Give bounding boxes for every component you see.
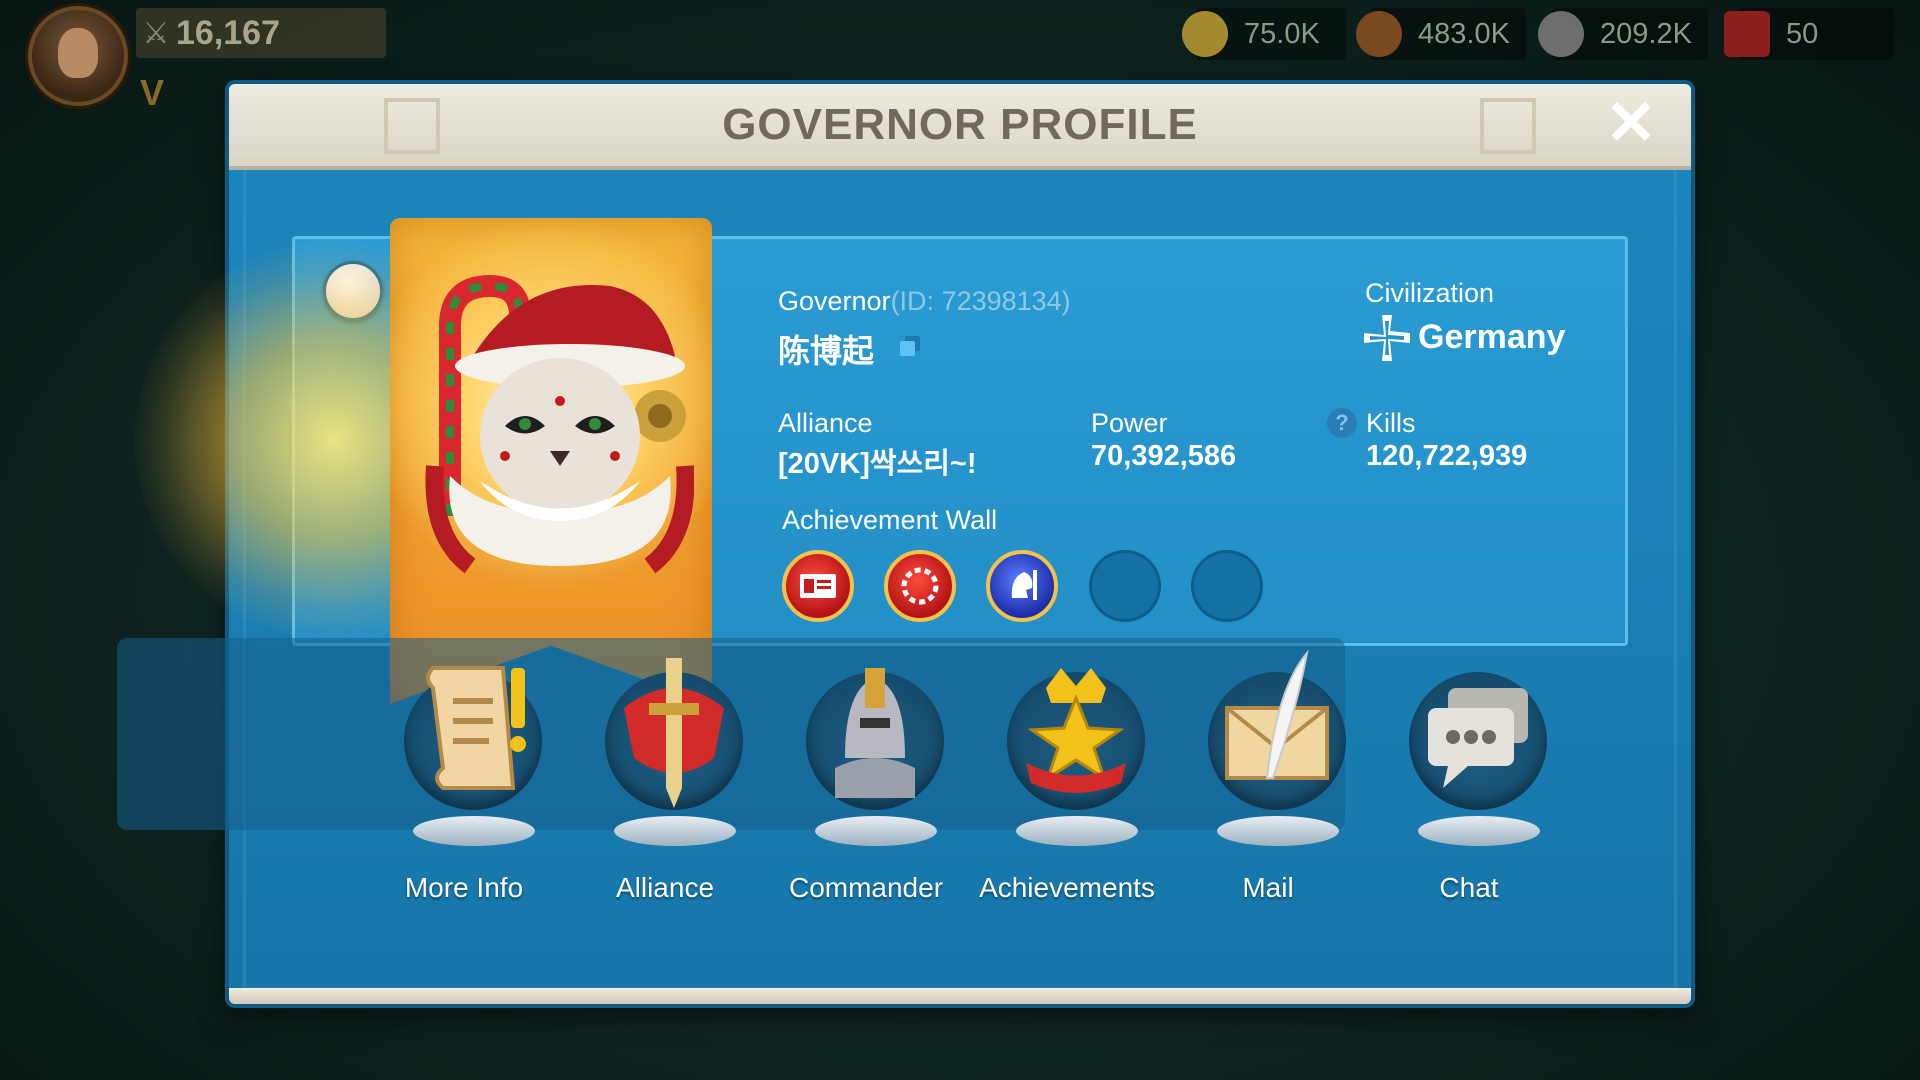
modal-title: GOVERNOR PROFILE <box>722 100 1198 149</box>
close-button[interactable]: ✕ <box>1599 92 1663 156</box>
gems-icon <box>1724 11 1770 57</box>
empty-badge-slot[interactable] <box>1089 550 1161 622</box>
knight-glyph <box>1011 570 1037 600</box>
meander-deco-icon <box>1480 98 1536 154</box>
power-value: 16,167 <box>176 13 280 52</box>
mail-button[interactable]: Mail <box>1173 640 1363 903</box>
gems-value: 50 <box>1786 17 1819 50</box>
player-avatar[interactable] <box>28 6 128 106</box>
resource-gems[interactable]: 50 <box>1724 8 1894 60</box>
chat-button[interactable]: Chat <box>1374 640 1564 903</box>
governor-id: (ID: 72398134) <box>890 286 1071 316</box>
commander-label: Commander <box>788 872 944 903</box>
pedestal-top <box>413 816 535 846</box>
governor-name: 陈博起 <box>778 333 875 369</box>
empty-badge-slot[interactable] <box>1191 550 1263 622</box>
resource-stone[interactable]: 209.2K <box>1538 8 1708 60</box>
food-value: 75.0K <box>1244 17 1320 50</box>
power-label: Power <box>1091 408 1168 438</box>
kills-label: Kills <box>1366 408 1416 438</box>
commander-button[interactable]: Commander <box>771 640 961 903</box>
id-card-badge-icon[interactable] <box>782 550 854 622</box>
civilization-label: Civilization <box>1365 278 1495 308</box>
stone-icon <box>1538 11 1584 57</box>
knight-badge-icon[interactable] <box>986 550 1058 622</box>
copy-icon[interactable] <box>898 334 922 358</box>
chat-bubble-icon <box>1428 688 1528 788</box>
helmet-icon <box>835 668 915 798</box>
sword-icon: ⚔ <box>142 16 170 50</box>
food-icon <box>1182 11 1228 57</box>
achievement-wall-label: Achievement Wall <box>782 505 998 535</box>
pedestal-top <box>1016 816 1138 846</box>
pedestal-top <box>1418 816 1540 846</box>
chat-label: Chat <box>1439 872 1499 903</box>
help-icon[interactable]: ? <box>1327 408 1357 438</box>
iron-cross-icon <box>1364 315 1410 361</box>
kills-value: 120,722,939 <box>1366 440 1528 472</box>
pedestal-top <box>1217 816 1339 846</box>
governor-label-row: Governor(ID: 72398134) <box>778 286 1071 317</box>
pedestal-top <box>815 816 937 846</box>
more-info-button[interactable]: More Info <box>369 640 559 903</box>
avatar-face <box>58 28 98 78</box>
mail-label: Mail <box>1242 872 1294 903</box>
power-value-profile: 70,392,586 <box>1091 440 1237 472</box>
power-display: ⚔ 16,167 <box>136 8 386 58</box>
id-card-glyph <box>800 574 836 598</box>
stone-value: 209.2K <box>1600 17 1692 50</box>
alliance-label-btn: Alliance <box>615 872 715 903</box>
vip-badge[interactable]: V <box>140 72 196 116</box>
resource-wood[interactable]: 483.0K <box>1356 8 1526 60</box>
alliance-button[interactable]: Alliance <box>570 640 760 903</box>
modal-titlebar: GOVERNOR PROFILE ✕ <box>229 84 1691 170</box>
alliance-label: Alliance <box>778 408 873 438</box>
laurel-wreath-badge-icon[interactable] <box>884 550 956 622</box>
achievements-button[interactable]: Achievements <box>972 640 1162 903</box>
more-info-label: More Info <box>404 872 524 903</box>
governor-label: Governor <box>778 286 891 316</box>
achievements-label: Achievements <box>979 872 1155 903</box>
resource-food[interactable]: 75.0K <box>1182 8 1346 60</box>
modal-bottom-strip <box>229 988 1691 1004</box>
crown-star-icon <box>1026 668 1126 793</box>
alliance-value[interactable]: [20VK]싹쓰리~! <box>778 440 977 482</box>
pedestal-top <box>614 816 736 846</box>
scroll-icon <box>426 666 526 790</box>
wood-value: 483.0K <box>1418 17 1510 50</box>
santa-skull-avatar-icon <box>425 274 694 574</box>
sword-shield-icon <box>624 658 724 808</box>
vip-label: V <box>140 72 165 113</box>
meander-deco-icon <box>384 98 440 154</box>
envelope-quill-icon <box>1225 649 1329 780</box>
laurel-glyph <box>901 567 939 605</box>
wood-icon <box>1356 11 1402 57</box>
civilization-value: Germany <box>1418 318 1566 356</box>
